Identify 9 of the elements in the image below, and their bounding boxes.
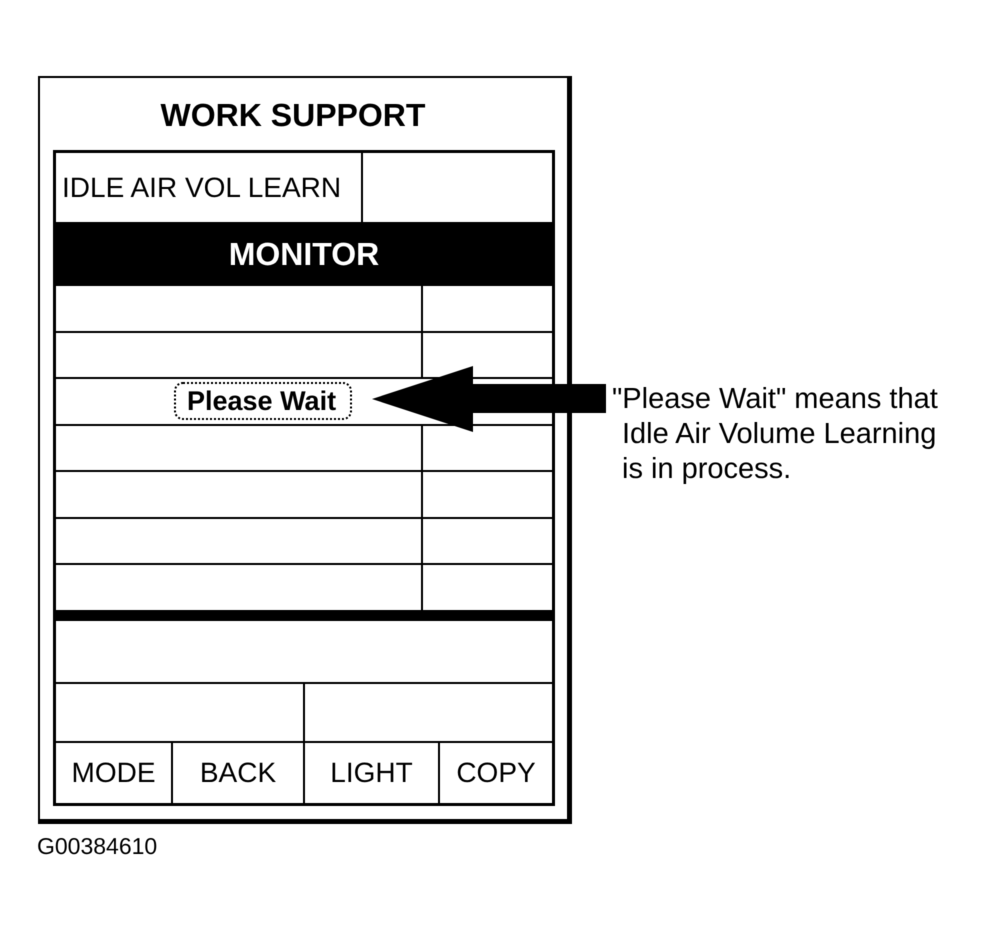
- soft-key[interactable]: COPY: [440, 742, 552, 802]
- figure-code: G00384610: [37, 832, 158, 858]
- screen-title: WORK SUPPORT: [160, 97, 426, 133]
- soft-key[interactable]: MODE: [56, 742, 171, 802]
- function-cell: IDLE AIR VOL LEARN: [56, 153, 361, 222]
- callout-text: "Please Wait" means that Idle Air Volume Learning is in process.: [612, 382, 939, 487]
- soft-key[interactable]: BACK: [173, 742, 303, 802]
- status-message: Please Wait: [174, 382, 352, 420]
- soft-key[interactable]: LIGHT: [305, 742, 438, 802]
